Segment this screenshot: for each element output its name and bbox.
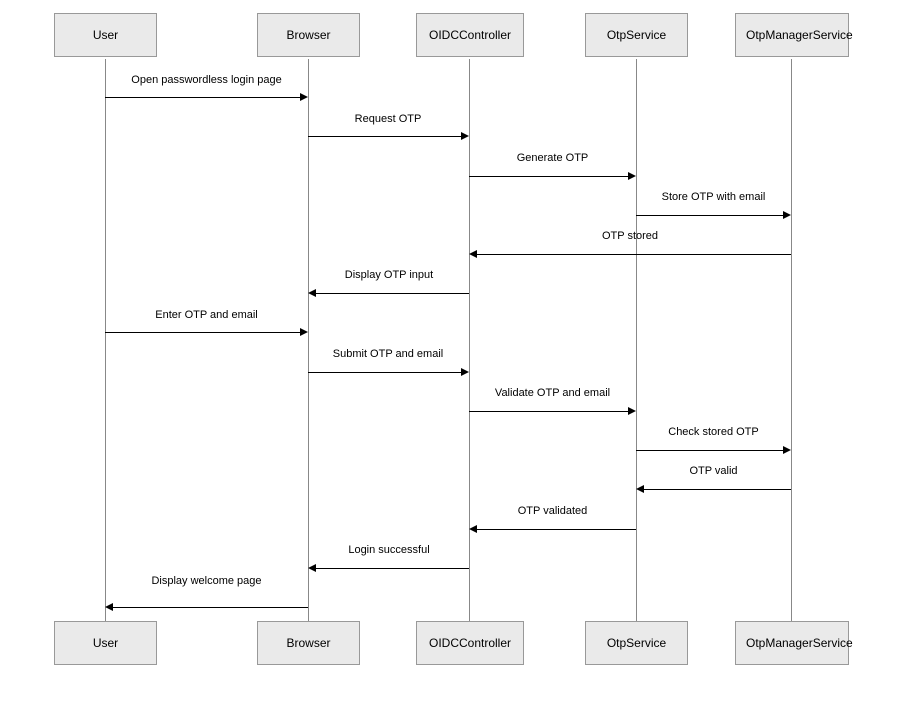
arrow-4 [636,215,783,216]
msg-label-7: Enter OTP and email [105,309,308,321]
msg-label-11: OTP valid [636,465,791,477]
arrow-8 [308,372,461,373]
arrow-head-5 [469,250,477,258]
participant-oidc-bottom: OIDCController [416,621,524,665]
msg-label-4: Store OTP with email [636,191,791,203]
arrow-1 [105,97,300,98]
participant-mgr-bottom: OtpManagerService [735,621,849,665]
arrow-3 [469,176,628,177]
msg-label-6: Display OTP input [308,269,470,281]
participant-browser-top: Browser [257,13,360,57]
arrow-head-12 [469,525,477,533]
arrow-5 [477,254,791,255]
msg-label-14: Display welcome page [105,575,308,587]
lifeline-oidc [469,59,470,621]
arrow-head-9 [628,407,636,415]
msg-label-5: OTP stored [469,230,791,242]
participant-user-bottom: User [54,621,157,665]
arrow-head-2 [461,132,469,140]
participant-user-top: User [54,13,157,57]
lifeline-otp [636,59,637,621]
lifeline-browser [308,59,309,621]
arrow-head-14 [105,603,113,611]
msg-label-10: Check stored OTP [636,426,791,438]
arrow-head-7 [300,328,308,336]
arrow-11 [644,489,791,490]
arrow-head-1 [300,93,308,101]
participant-otp-top: OtpService [585,13,688,57]
msg-label-1: Open passwordless login page [105,74,308,86]
arrow-2 [308,136,461,137]
arrow-head-11 [636,485,644,493]
arrow-12 [477,529,636,530]
arrow-14 [113,607,308,608]
msg-label-3: Generate OTP [469,152,636,164]
arrow-head-13 [308,564,316,572]
msg-label-12: OTP validated [469,505,636,517]
msg-label-13: Login successful [308,544,470,556]
participant-oidc-top: OIDCController [416,13,524,57]
arrow-10 [636,450,783,451]
arrow-head-3 [628,172,636,180]
arrow-head-10 [783,446,791,454]
msg-label-2: Request OTP [308,113,468,125]
arrow-9 [469,411,628,412]
msg-label-9: Validate OTP and email [469,387,636,399]
arrow-head-6 [308,289,316,297]
arrow-7 [105,332,300,333]
lifeline-user [105,59,106,621]
arrow-13 [316,568,469,569]
msg-label-8: Submit OTP and email [308,348,468,360]
participant-mgr-top: OtpManagerService [735,13,849,57]
participant-otp-bottom: OtpService [585,621,688,665]
lifeline-mgr [791,59,792,621]
arrow-6 [316,293,469,294]
arrow-head-8 [461,368,469,376]
participant-browser-bottom: Browser [257,621,360,665]
arrow-head-4 [783,211,791,219]
